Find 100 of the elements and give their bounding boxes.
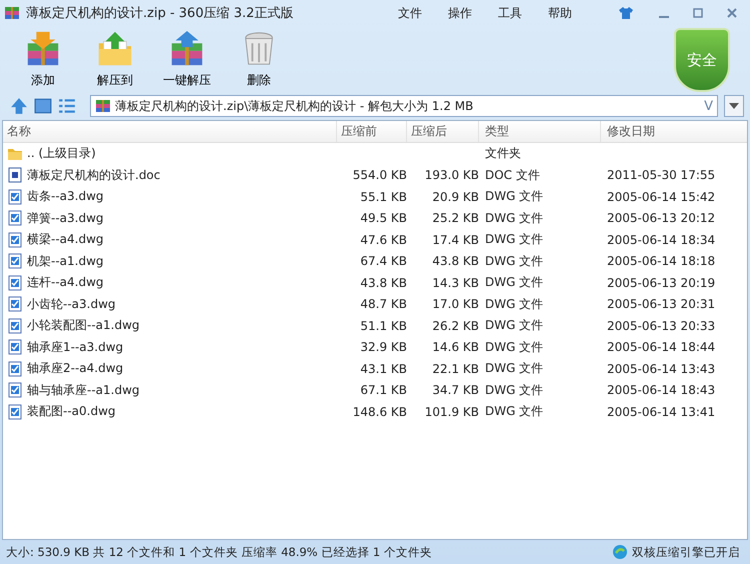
window-title: 薄板定尺机构的设计.zip - 360压缩 3.2正式版 [26, 5, 294, 22]
table-cell: 51.1 KB [360, 318, 407, 333]
column-header[interactable]: 名称 [3, 121, 337, 142]
file-name[interactable]: 装配图--a0.dwg [27, 403, 116, 420]
table-cell: 14.6 KB [432, 340, 479, 354]
drawing-file-icon [7, 296, 23, 312]
list-view-icon[interactable] [58, 97, 76, 115]
table-cell: 2005-06-14 18:44 [607, 340, 716, 354]
extract-button[interactable]: 解压到 [84, 28, 146, 91]
file-name[interactable]: .. (上级目录) [27, 145, 96, 162]
close-icon [727, 8, 737, 18]
table-cell: 32.9 KB [360, 340, 407, 354]
caret-icon [729, 103, 739, 109]
table-cell: DWG 文件 [485, 274, 544, 292]
file-name[interactable]: 轴与轴承座--a1.dwg [27, 382, 140, 399]
table-cell: 55.1 KB [360, 190, 407, 204]
table-cell: DOC 文件 [485, 166, 540, 184]
status-text: 大小: 530.9 KB 共 12 个文件和 1 个文件夹 压缩率 48.9% 已经选择 1 个文件夹 [6, 544, 432, 560]
menu-item[interactable]: 帮助 [548, 4, 572, 22]
table-cell: DWG 文件 [485, 296, 544, 313]
table-cell: 2005-06-13 20:19 [607, 276, 716, 290]
drawing-file-icon [7, 360, 23, 377]
table-cell: DWG 文件 [485, 382, 544, 399]
file-name[interactable]: 小轮装配图--a1.dwg [27, 317, 140, 334]
table-cell: 22.1 KB [432, 362, 479, 376]
archive-icon [4, 5, 20, 21]
drawing-file-icon [7, 318, 23, 334]
archive-icon [95, 98, 111, 114]
thumbnail-view-icon[interactable] [34, 97, 52, 115]
file-name[interactable]: 连杆--a4.dwg [27, 274, 104, 292]
oneclick-button[interactable]: 一键解压 [156, 28, 218, 91]
table-cell: 17.0 KB [432, 297, 479, 312]
table-cell: 47.6 KB [360, 232, 407, 247]
drawing-file-icon [7, 404, 23, 420]
table-cell: DWG 文件 [485, 231, 544, 248]
maximize-icon [693, 8, 703, 18]
table-cell: 2005-06-14 15:42 [607, 190, 716, 204]
column-header[interactable]: 修改日期 [601, 121, 747, 142]
drawing-file-icon [7, 382, 23, 398]
minimize-icon [659, 16, 669, 18]
table-cell: 101.9 KB [424, 404, 479, 419]
file-name[interactable]: 轴承座1--a3.dwg [27, 338, 124, 356]
menu-item[interactable]: 文件 [398, 4, 422, 22]
drawing-file-icon [7, 188, 23, 205]
menu-item[interactable]: 操作 [448, 4, 472, 22]
dropdown-button[interactable] [724, 95, 744, 117]
table-cell: 43.8 KB [360, 276, 407, 290]
document-icon [7, 167, 23, 184]
table-cell: DWG 文件 [485, 188, 544, 206]
drawing-file-icon [7, 210, 23, 226]
table-cell: DWG 文件 [485, 360, 544, 378]
table-cell: 148.6 KB [352, 404, 407, 419]
drawing-file-icon [7, 274, 23, 291]
engine-icon [612, 544, 628, 560]
table-cell: 2005-06-13 20:12 [607, 211, 716, 226]
table-cell: 67.1 KB [360, 383, 407, 398]
add-button[interactable]: 添加 [12, 28, 74, 91]
file-name[interactable]: 横梁--a4.dwg [27, 231, 104, 248]
table-cell: DWG 文件 [485, 403, 544, 420]
table-cell: 26.2 KB [432, 318, 479, 333]
menu-item[interactable]: 工具 [498, 4, 522, 22]
table-cell: DWG 文件 [485, 252, 544, 270]
table-cell: 20.9 KB [432, 190, 479, 204]
address-field[interactable]: 薄板定尺机构的设计.zip\薄板定尺机构的设计 - 解包大小为 1.2 MB V [90, 95, 718, 117]
table-cell: 49.5 KB [360, 211, 407, 226]
file-name[interactable]: 轴承座2--a4.dwg [27, 360, 124, 378]
table-cell: 43.8 KB [432, 254, 479, 268]
table-cell: 67.4 KB [360, 254, 407, 268]
table-cell: 2005-06-14 13:41 [607, 404, 716, 419]
table-cell: 2005-06-13 20:33 [607, 318, 716, 333]
folder-up-arrow-icon [96, 30, 134, 68]
table-cell: 2005-06-14 18:34 [607, 232, 716, 247]
table-cell: 43.1 KB [360, 362, 407, 376]
delete-button[interactable]: 删除 [228, 28, 290, 91]
file-name[interactable]: 弹簧--a3.dwg [27, 210, 104, 227]
drawing-file-icon [7, 339, 23, 356]
table-cell: 2005-06-14 18:18 [607, 254, 716, 268]
file-name[interactable]: 机架--a1.dwg [27, 252, 104, 270]
table-cell: 554.0 KB [352, 168, 407, 182]
up-arrow-icon[interactable] [10, 97, 28, 115]
table-cell: 14.3 KB [432, 276, 479, 290]
column-header[interactable]: 压缩后 [407, 121, 479, 142]
file-name[interactable]: 齿条--a3.dwg [27, 188, 104, 206]
table-cell: 文件夹 [485, 145, 521, 162]
table-cell: 2005-06-13 20:31 [607, 297, 716, 312]
column-header[interactable]: 压缩前 [337, 121, 407, 142]
table-cell: 2011-05-30 17:55 [607, 168, 716, 182]
table-cell: 34.7 KB [432, 383, 479, 398]
shirt-icon[interactable] [618, 5, 634, 21]
table-cell: DWG 文件 [485, 210, 544, 227]
file-name[interactable]: 薄板定尺机构的设计.doc [27, 166, 160, 184]
drawing-file-icon [7, 232, 23, 248]
drawing-file-icon [7, 253, 23, 270]
table-cell: DWG 文件 [485, 338, 544, 356]
file-name[interactable]: 小齿轮--a3.dwg [27, 296, 116, 313]
table-cell: 25.2 KB [432, 211, 479, 226]
table-cell: DWG 文件 [485, 317, 544, 334]
table-cell: 193.0 KB [424, 168, 479, 182]
column-header[interactable]: 类型 [479, 121, 601, 142]
engine-status: 双核压缩引擎已开启 [632, 544, 740, 560]
